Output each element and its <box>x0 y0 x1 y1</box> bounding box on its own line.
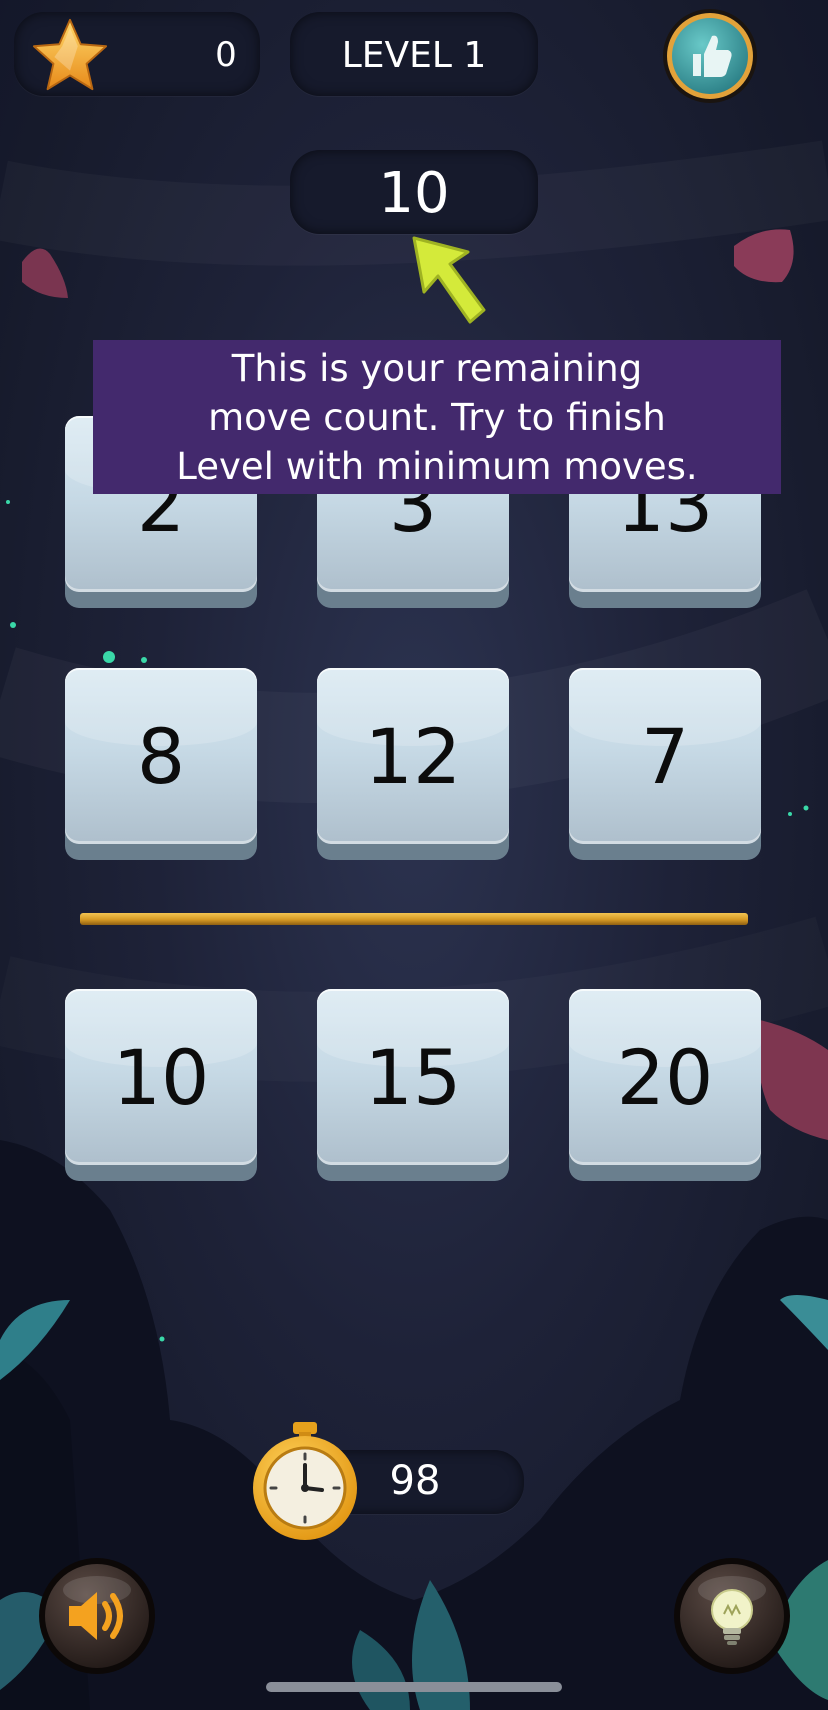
answer-number: 20 <box>616 1032 714 1122</box>
tile-number: 8 <box>136 711 186 801</box>
thumbs-up-icon[interactable] <box>660 6 760 106</box>
lightbulb-icon[interactable] <box>672 1556 792 1676</box>
answer-tile[interactable]: 10 <box>65 989 257 1181</box>
answer-number: 15 <box>364 1032 462 1122</box>
answer-number: 10 <box>112 1032 210 1122</box>
gold-divider <box>80 913 748 925</box>
tile-number: 7 <box>640 711 690 801</box>
home-indicator[interactable] <box>266 1682 562 1692</box>
tooltip-line: This is your remaining <box>231 346 643 390</box>
moves-count: 10 <box>378 161 450 226</box>
arrow-pointer-icon <box>412 236 486 324</box>
number-tile[interactable]: 8 <box>65 668 257 860</box>
tooltip-line: Level with minimum moves. <box>176 444 698 488</box>
answer-tile[interactable]: 20 <box>569 989 761 1181</box>
game-screen: 0 LEVEL 1 10 2 3 13 8 12 7 This is your … <box>0 0 828 1710</box>
tooltip-line: move count. Try to finish <box>208 395 666 439</box>
speaker-icon[interactable] <box>37 1556 157 1676</box>
number-tile[interactable]: 12 <box>317 668 509 860</box>
number-tile[interactable]: 7 <box>569 668 761 860</box>
timer-value: 98 <box>389 1458 441 1504</box>
score-value: 0 <box>215 35 237 75</box>
tile-number: 12 <box>364 711 462 801</box>
stopwatch-icon <box>253 1422 357 1540</box>
level-label: LEVEL 1 <box>341 35 487 76</box>
star-icon <box>32 18 108 91</box>
moves-tooltip: This is your remaining move count. Try t… <box>93 340 781 494</box>
answer-tile[interactable]: 15 <box>317 989 509 1181</box>
